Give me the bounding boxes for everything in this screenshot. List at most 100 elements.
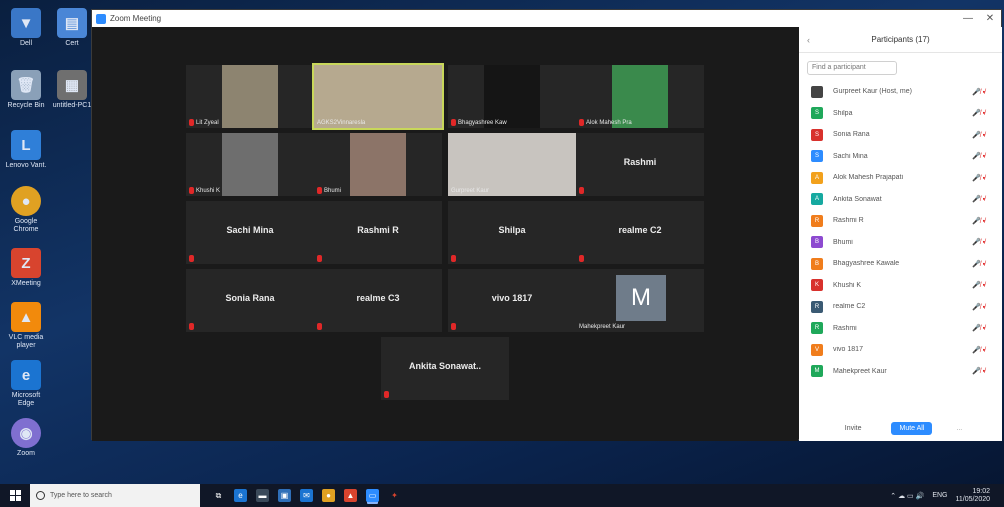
desktop-icon[interactable]: L Lenovo Vant. <box>4 130 48 170</box>
tray-icons[interactable]: ⌃ ☁ ▭ 🔊 <box>890 492 924 500</box>
tile-caption: Gurpreet Kaur <box>451 188 489 194</box>
mic-muted-icon <box>189 187 194 194</box>
clock[interactable]: 19:02 11/05/2020 <box>955 488 990 504</box>
participant-list-item[interactable]: Gurpreet Kaur (Host, me) 🎤̸ ▪̸ <box>799 81 1002 103</box>
video-tile[interactable]: Sachi Mina <box>186 201 314 264</box>
desktop-icons: ▼ Dell ▤ Cert 🗑 Recycle Bin ▦ untitled-PC1 L… <box>0 4 91 474</box>
participant-avatar: R <box>811 214 823 227</box>
desktop-icon[interactable]: ◉ Zoom <box>4 418 48 458</box>
tile-caption: Mahekpreet Kaur <box>579 324 625 330</box>
window-title: Zoom Meeting <box>110 14 162 23</box>
desktop-icon[interactable]: ● Google Chrome <box>4 186 48 234</box>
participant-name: Shilpa <box>498 225 526 235</box>
mic-muted-icon <box>451 119 456 126</box>
invite-button[interactable]: Invite <box>839 423 868 434</box>
participant-list-item[interactable]: Vvivo 1817 🎤̸ ▪̸ <box>799 339 1002 361</box>
close-button[interactable]: ✕ <box>979 13 1001 24</box>
panel-header: ‹ Participants (17) <box>799 27 1002 53</box>
participant-list-item[interactable]: K Khushi K 🎤̸ ▪̸ <box>799 275 1002 297</box>
participant-list-item[interactable]: A Alok Mahesh Prajapati 🎤̸ ▪̸ <box>799 167 1002 189</box>
participant-avatar: A <box>811 193 823 206</box>
collapse-panel-icon[interactable]: ‹ <box>807 35 810 45</box>
taskbar-app-icon[interactable]: ▬ <box>256 489 269 502</box>
video-tile[interactable]: Alok Mahesh Pra <box>576 65 704 128</box>
chrome-icon: ● <box>11 186 41 216</box>
mic-muted-icon <box>579 255 584 262</box>
desktop-icon[interactable]: 🗑 Recycle Bin <box>4 70 48 110</box>
participant-name: Ankita Sonawat <box>833 195 882 203</box>
participant-list-item[interactable]: M Mahekpreet Kaur 🎤̸ ▪̸ <box>799 361 1002 383</box>
mic-video-muted-icons: 🎤̸ ▪̸ <box>972 174 986 182</box>
mute-all-button[interactable]: Mute All <box>891 422 933 435</box>
participant-name: realme C3 <box>356 293 400 303</box>
start-button[interactable] <box>0 484 30 507</box>
participant-list-item[interactable]: A Ankita Sonawat 🎤̸ ▪̸ <box>799 189 1002 211</box>
taskbar-app-icon[interactable]: ● <box>322 489 335 502</box>
taskbar-app-icon[interactable]: ▭ <box>366 489 379 502</box>
taskbar-search-box[interactable]: Type here to search <box>30 484 200 507</box>
zoom-app-icon: ◉ <box>11 418 41 448</box>
participant-name: Rashmi <box>833 324 857 332</box>
more-options-button[interactable]: ... <box>956 425 962 432</box>
video-tile[interactable]: Bhagyashree Kaw <box>448 65 576 128</box>
desktop-icon-label: Lenovo Vant. <box>5 162 47 169</box>
desktop-icon[interactable]: ▤ Cert <box>50 8 94 48</box>
desktop-icon[interactable]: ▦ untitled-PC1 <box>50 70 94 110</box>
desktop-icon[interactable]: ▼ Dell <box>4 8 48 48</box>
mic-video-muted-icons: 🎤̸ ▪̸ <box>972 239 986 247</box>
tile-caption-text: Khushi K <box>196 187 221 194</box>
tile-caption: AGKS2Vinnaresla <box>317 120 365 126</box>
participant-list-item[interactable]: S Sonia Rana 🎤̸ ▪̸ <box>799 124 1002 146</box>
search-circle-icon <box>36 491 45 500</box>
taskbar-app-icon[interactable]: ▣ <box>278 489 291 502</box>
mic-video-muted-icons: 🎤̸ ▪̸ <box>972 325 986 333</box>
participant-list-item[interactable]: Rrealme C2 🎤̸ ▪̸ <box>799 296 1002 318</box>
video-tile[interactable]: Rashmi <box>576 133 704 196</box>
video-tile[interactable]: Gurpreet Kaur <box>448 133 576 196</box>
mic-muted-icon <box>317 187 322 194</box>
taskbar-app-icon[interactable]: ⧉ <box>212 489 225 502</box>
clock-date: 11/05/2020 <box>955 495 990 503</box>
mic-video-muted-icons: 🎤̸ ▪̸ <box>972 110 986 118</box>
video-tile[interactable]: Sonia Rana <box>186 269 314 332</box>
participant-list-item[interactable]: R Rashmi 🎤̸ ▪̸ <box>799 318 1002 340</box>
participant-name: vivo 1817 <box>491 293 533 303</box>
clock-time: 19:02 <box>972 487 990 495</box>
video-tile[interactable]: Lit Zyeal <box>186 65 314 128</box>
tile-caption-text: AGKS2Vinnaresla <box>317 120 366 126</box>
participant-list: Gurpreet Kaur (Host, me) 🎤̸ ▪̸ S Shilpa 🎤̸ ▪… <box>799 81 1002 382</box>
participant-search-input[interactable]: Find a participant <box>807 61 897 75</box>
participant-list-item[interactable]: R Rashmi R 🎤̸ ▪̸ <box>799 210 1002 232</box>
video-tile-active-speaker[interactable]: AGKS2Vinnaresla <box>312 63 444 130</box>
video-tile[interactable]: Rashmi R <box>314 201 442 264</box>
taskbar-app-icon[interactable]: e <box>234 489 247 502</box>
language-indicator[interactable]: ENG <box>932 492 947 499</box>
participant-list-item[interactable]: S Shilpa 🎤̸ ▪̸ <box>799 103 1002 125</box>
video-tile[interactable]: Khushi K <box>186 133 314 196</box>
desktop-icon-label: Recycle Bin <box>7 102 45 109</box>
participant-list-item[interactable]: S Sachi Mina 🎤̸ ▪̸ <box>799 146 1002 168</box>
desktop-icon-label: Microsoft Edge <box>11 392 41 407</box>
minimize-button[interactable]: — <box>957 13 979 24</box>
participant-name: Sachi Mina <box>226 225 274 235</box>
video-tile[interactable]: Shilpa <box>448 201 576 264</box>
video-tile[interactable]: M Mahekpreet Kaur <box>576 269 704 332</box>
desktop-icon[interactable]: ▲ VLC media player <box>4 302 48 350</box>
window-titlebar[interactable]: Zoom Meeting — ✕ <box>92 10 1001 27</box>
tile-caption-text: Gurpreet Kaur <box>451 188 490 194</box>
video-tile[interactable]: Bhumi <box>314 133 442 196</box>
taskbar-app-icon[interactable]: ▲ <box>344 489 357 502</box>
desktop-icon[interactable]: e Microsoft Edge <box>4 360 48 408</box>
desktop-icon[interactable]: Z XMeeting <box>4 248 48 288</box>
taskbar-app-icon[interactable]: ✦ <box>388 489 401 502</box>
participant-list-item[interactable]: B Bhagyashree Kawale 🎤̸ ▪̸ <box>799 253 1002 275</box>
taskbar-app-icon[interactable]: ✉ <box>300 489 313 502</box>
participant-name: Rashmi <box>623 157 657 167</box>
video-tile[interactable]: realme C3 <box>314 269 442 332</box>
video-tile[interactable]: realme C2 <box>576 201 704 264</box>
participant-list-item[interactable]: B Bhumi 🎤̸ ▪̸ <box>799 232 1002 254</box>
video-tile[interactable]: vivo 1817 <box>448 269 576 332</box>
dell-icon: ▼ <box>11 8 41 38</box>
participant-avatar: S <box>811 128 823 141</box>
video-tile[interactable]: Ankita Sonawat.. <box>381 337 509 400</box>
